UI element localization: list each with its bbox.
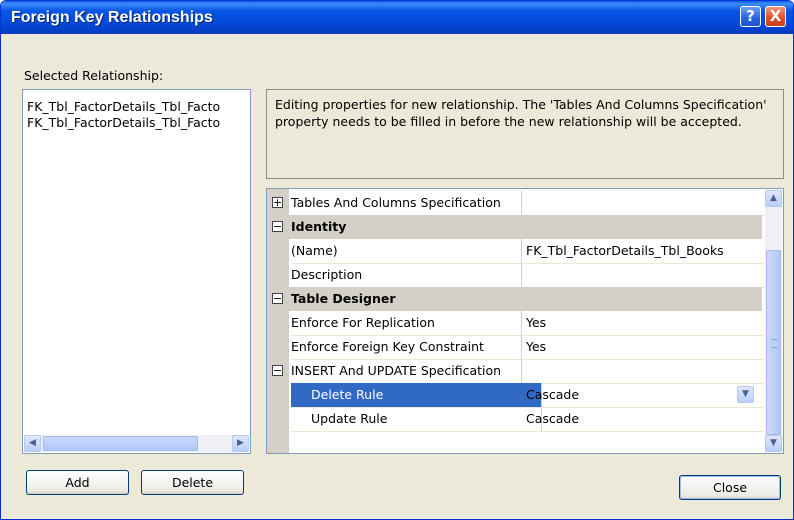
relationship-item[interactable]: FK_Tbl_FactorDetails_Tbl_Facto (27, 115, 220, 131)
property-value[interactable]: FK_Tbl_FactorDetails_Tbl_Books (523, 239, 764, 264)
property-name: Delete Rule (291, 383, 542, 408)
scroll-grip-icon (771, 339, 778, 348)
property-value[interactable]: Yes (523, 335, 764, 360)
property-row[interactable]: Description (267, 263, 764, 288)
foreign-key-relationships-dialog: Foreign Key Relationships ? X Selected R… (0, 0, 794, 520)
vertical-scrollbar[interactable]: ▲ ▼ (765, 190, 782, 452)
property-row[interactable]: Enforce For Replication Yes (267, 311, 764, 336)
property-row[interactable]: Delete Rule Cascade ▼ (267, 383, 764, 408)
scroll-left-arrow-icon[interactable]: ◀ (24, 435, 41, 452)
property-row[interactable]: − INSERT And UPDATE Specification (267, 359, 764, 384)
scroll-right-arrow-icon[interactable]: ▶ (232, 435, 249, 452)
property-name: Update Rule (291, 407, 542, 432)
close-button[interactable]: Close (679, 475, 781, 500)
relationship-item[interactable]: FK_Tbl_FactorDetails_Tbl_Facto (27, 99, 220, 115)
property-name: INSERT And UPDATE Specification (291, 359, 522, 384)
property-category-label: Identity (291, 219, 347, 234)
help-button[interactable]: ? (740, 6, 761, 27)
collapse-icon[interactable]: − (272, 293, 283, 304)
delete-button[interactable]: Delete (141, 470, 244, 495)
property-row[interactable]: Enforce Foreign Key Constraint Yes (267, 335, 764, 360)
property-row[interactable]: + Tables And Columns Specification (267, 191, 764, 216)
selected-relationship-label: Selected Relationship: (24, 68, 164, 83)
horizontal-scrollbar[interactable]: ◀ ▶ (24, 435, 249, 452)
property-category-row[interactable]: − Table Designer (267, 287, 762, 311)
close-window-button[interactable]: X (765, 6, 786, 27)
scroll-up-arrow-icon[interactable]: ▲ (765, 190, 782, 207)
property-value[interactable]: Yes (523, 311, 764, 336)
property-name: (Name) (291, 239, 522, 264)
relationship-list[interactable]: FK_Tbl_FactorDetails_Tbl_Facto FK_Tbl_Fa… (22, 89, 251, 454)
vertical-scroll-thumb[interactable] (766, 250, 781, 435)
relationship-description: Editing properties for new relationship.… (266, 89, 784, 179)
property-category-label: Table Designer (291, 291, 396, 306)
scroll-down-arrow-icon[interactable]: ▼ (765, 435, 782, 452)
property-value[interactable] (523, 359, 764, 384)
property-value[interactable]: Cascade (523, 383, 764, 408)
property-name: Enforce For Replication (291, 311, 522, 336)
expand-icon[interactable]: + (272, 197, 283, 208)
property-name: Description (291, 263, 522, 288)
property-name: Tables And Columns Specification (291, 191, 522, 216)
property-value[interactable] (523, 263, 764, 288)
property-value[interactable]: Cascade (523, 407, 764, 432)
property-row[interactable]: Update Rule Cascade (267, 407, 764, 432)
window-title: Foreign Key Relationships (11, 9, 213, 26)
title-bar[interactable]: Foreign Key Relationships ? X (1, 1, 793, 34)
add-button[interactable]: Add (26, 470, 129, 495)
property-value[interactable] (523, 191, 764, 216)
horizontal-scroll-thumb[interactable] (43, 436, 198, 451)
property-name: Enforce Foreign Key Constraint (291, 335, 522, 360)
collapse-icon[interactable]: − (272, 365, 283, 376)
property-row[interactable]: (Name) FK_Tbl_FactorDetails_Tbl_Books (267, 239, 764, 264)
dropdown-arrow-icon[interactable]: ▼ (737, 386, 754, 403)
collapse-icon[interactable]: − (272, 221, 283, 232)
property-grid[interactable]: + Tables And Columns Specification − Identi… (266, 188, 784, 454)
property-category-row[interactable]: − Identity (267, 215, 762, 239)
